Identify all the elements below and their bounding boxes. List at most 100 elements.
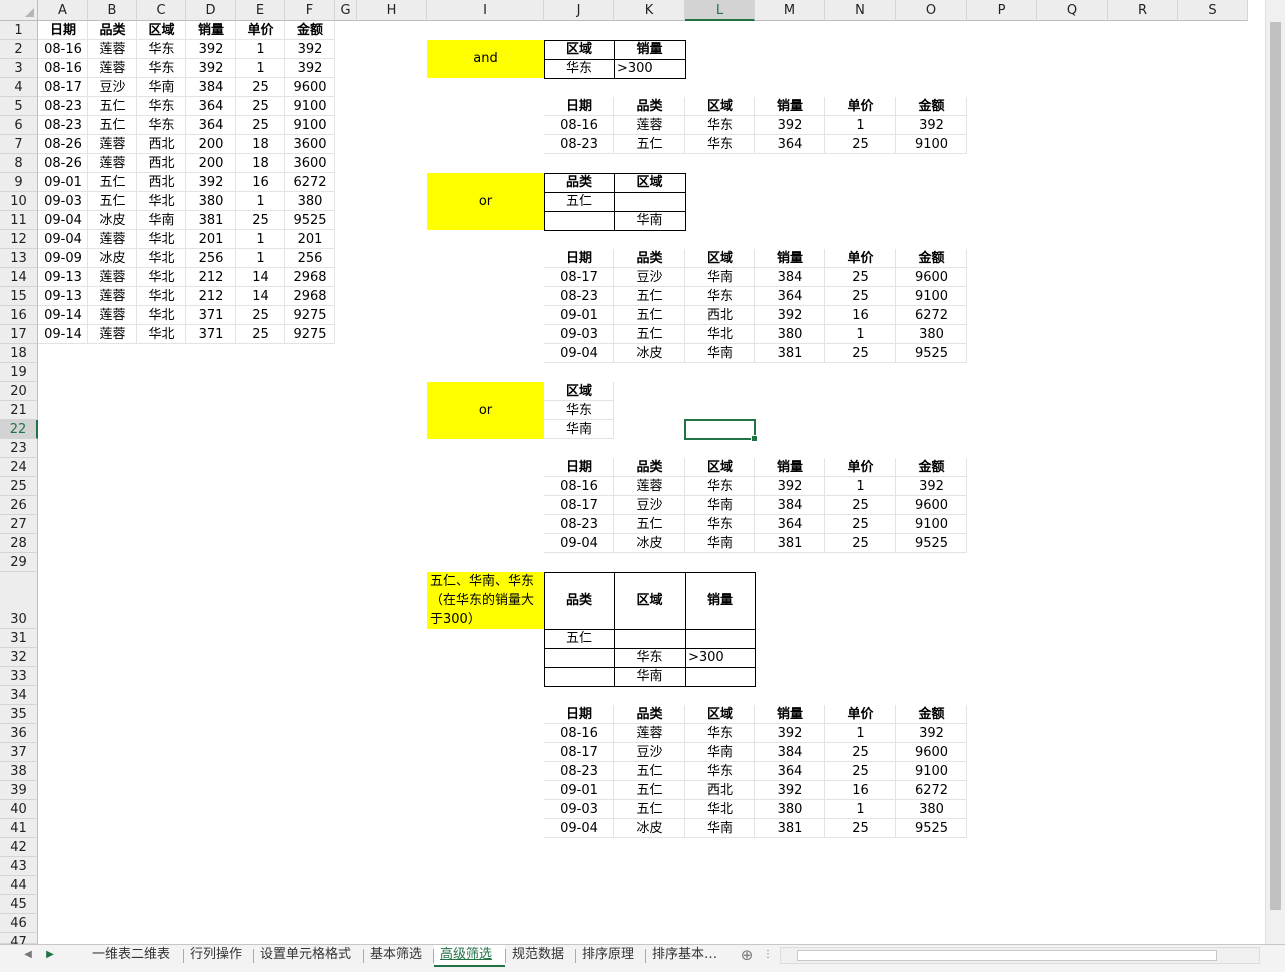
cell-e11[interactable]: 25 (236, 211, 285, 230)
cell-n38[interactable]: 25 (825, 762, 896, 781)
cell-k25[interactable]: 莲蓉 (614, 477, 685, 496)
cell-d16[interactable]: 371 (186, 306, 236, 325)
cell-n24[interactable]: 单价 (825, 458, 896, 477)
cell-e9[interactable]: 16 (236, 173, 285, 192)
row-header-20[interactable]: 20 (0, 382, 38, 401)
cell-l13[interactable]: 区域 (685, 249, 755, 268)
row-header-30[interactable]: 30 (0, 572, 38, 629)
cell-a10[interactable]: 09-03 (38, 192, 88, 211)
row-header-27[interactable]: 27 (0, 515, 38, 534)
cell-o36[interactable]: 392 (896, 724, 967, 743)
cell-m35[interactable]: 销量 (755, 705, 825, 724)
cell-o41[interactable]: 9525 (896, 819, 967, 838)
cell-e17[interactable]: 25 (236, 325, 285, 344)
cell-j35[interactable]: 日期 (544, 705, 614, 724)
cell-l7[interactable]: 华东 (685, 135, 755, 154)
row-header-14[interactable]: 14 (0, 268, 38, 287)
column-header-h[interactable]: H (357, 0, 427, 21)
cell-d4[interactable]: 384 (186, 78, 236, 97)
cell-c9[interactable]: 西北 (137, 173, 186, 192)
cell-k3[interactable]: >300 (614, 59, 685, 78)
cell-j3[interactable]: 华东 (544, 59, 614, 78)
cell-e1[interactable]: 单价 (236, 21, 285, 40)
cell-f6[interactable]: 9100 (285, 116, 335, 135)
cell-l15[interactable]: 华东 (685, 287, 755, 306)
cell-l32[interactable]: >300 (685, 648, 755, 667)
column-header-j[interactable]: J (544, 0, 614, 21)
cell-c1[interactable]: 区域 (137, 21, 186, 40)
cell-e14[interactable]: 14 (236, 268, 285, 287)
cell-k16[interactable]: 五仁 (614, 306, 685, 325)
row-header-39[interactable]: 39 (0, 781, 38, 800)
cell-n6[interactable]: 1 (825, 116, 896, 135)
vertical-scroll-thumb[interactable] (1270, 22, 1281, 910)
cell-o16[interactable]: 6272 (896, 306, 967, 325)
cell-f14[interactable]: 2968 (285, 268, 335, 287)
cell-n13[interactable]: 单价 (825, 249, 896, 268)
cell-f11[interactable]: 9525 (285, 211, 335, 230)
add-sheet-icon[interactable]: ⊕ (737, 945, 757, 967)
cell-o14[interactable]: 9600 (896, 268, 967, 287)
cell-j27[interactable]: 08-23 (544, 515, 614, 534)
cell-j15[interactable]: 08-23 (544, 287, 614, 306)
cell-m13[interactable]: 销量 (755, 249, 825, 268)
cell-n7[interactable]: 25 (825, 135, 896, 154)
cell-j30[interactable]: 品类 (544, 572, 614, 629)
cell-e10[interactable]: 1 (236, 192, 285, 211)
cell-j10[interactable]: 五仁 (544, 192, 614, 211)
cell-b11[interactable]: 冰皮 (88, 211, 137, 230)
cell-e5[interactable]: 25 (236, 97, 285, 116)
row-header-44[interactable]: 44 (0, 876, 38, 895)
cell-b1[interactable]: 品类 (88, 21, 137, 40)
cell-n27[interactable]: 25 (825, 515, 896, 534)
cell-j25[interactable]: 08-16 (544, 477, 614, 496)
row-header-17[interactable]: 17 (0, 325, 38, 344)
cell-b3[interactable]: 莲蓉 (88, 59, 137, 78)
cell-o28[interactable]: 9525 (896, 534, 967, 553)
row-header-29[interactable]: 29 (0, 553, 38, 572)
cell-c2[interactable]: 华东 (137, 40, 186, 59)
select-all-corner[interactable] (0, 0, 38, 21)
cell-j37[interactable]: 08-17 (544, 743, 614, 762)
cell-j6[interactable]: 08-16 (544, 116, 614, 135)
cell-m36[interactable]: 392 (755, 724, 825, 743)
cell-m41[interactable]: 381 (755, 819, 825, 838)
column-header-k[interactable]: K (614, 0, 685, 21)
sheet-tab-1[interactable]: 一维表二维表 (86, 945, 183, 967)
cell-i9[interactable]: or (427, 173, 544, 230)
row-header-16[interactable]: 16 (0, 306, 38, 325)
cell-o38[interactable]: 9100 (896, 762, 967, 781)
cell-a13[interactable]: 09-09 (38, 249, 88, 268)
cell-d10[interactable]: 380 (186, 192, 236, 211)
cell-j9[interactable]: 品类 (544, 173, 614, 192)
cell-e3[interactable]: 1 (236, 59, 285, 78)
cell-k36[interactable]: 莲蓉 (614, 724, 685, 743)
cell-b4[interactable]: 豆沙 (88, 78, 137, 97)
cell-f4[interactable]: 9600 (285, 78, 335, 97)
column-header-p[interactable]: P (967, 0, 1037, 21)
row-header-5[interactable]: 5 (0, 97, 38, 116)
cell-a9[interactable]: 09-01 (38, 173, 88, 192)
cell-l16[interactable]: 西北 (685, 306, 755, 325)
cell-m28[interactable]: 381 (755, 534, 825, 553)
cell-l5[interactable]: 区域 (685, 97, 755, 116)
row-header-6[interactable]: 6 (0, 116, 38, 135)
cell-a5[interactable]: 08-23 (38, 97, 88, 116)
cell-o17[interactable]: 380 (896, 325, 967, 344)
row-header-4[interactable]: 4 (0, 78, 38, 97)
cell-c10[interactable]: 华北 (137, 192, 186, 211)
cell-c15[interactable]: 华北 (137, 287, 186, 306)
cell-j17[interactable]: 09-03 (544, 325, 614, 344)
horizontal-scrollbar[interactable] (780, 947, 1260, 964)
row-header-28[interactable]: 28 (0, 534, 38, 553)
cell-m5[interactable]: 销量 (755, 97, 825, 116)
row-header-18[interactable]: 18 (0, 344, 38, 363)
cell-l28[interactable]: 华南 (685, 534, 755, 553)
cell-a1[interactable]: 日期 (38, 21, 88, 40)
cell-c16[interactable]: 华北 (137, 306, 186, 325)
next-sheet-icon[interactable]: ▶ (40, 945, 60, 967)
cell-f8[interactable]: 3600 (285, 154, 335, 173)
cell-e12[interactable]: 1 (236, 230, 285, 249)
row-header-46[interactable]: 46 (0, 914, 38, 933)
row-header-22[interactable]: 22 (0, 420, 38, 439)
